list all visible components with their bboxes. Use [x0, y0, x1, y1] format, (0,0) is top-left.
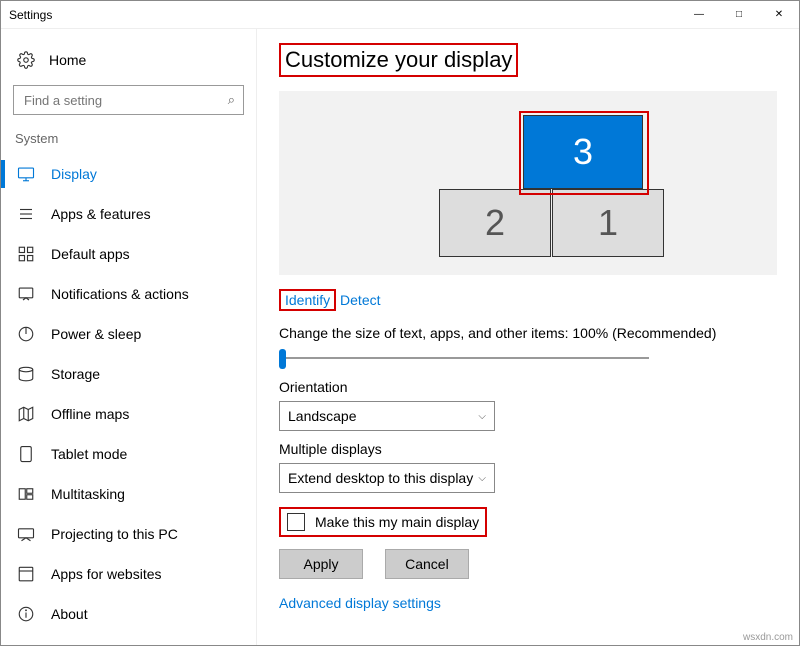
slider-track	[279, 357, 649, 359]
multi-displays-value: Extend desktop to this display	[288, 470, 473, 486]
sidebar-item-offline-maps[interactable]: Offline maps	[1, 394, 256, 434]
main-display-highlight: Make this my main display	[279, 507, 487, 537]
multitasking-icon	[17, 485, 35, 503]
sidebar-item-label: Default apps	[51, 246, 130, 262]
power-icon	[17, 325, 35, 343]
multi-displays-dropdown[interactable]: Extend desktop to this display ⌵	[279, 463, 495, 493]
scale-label: Change the size of text, apps, and other…	[279, 325, 777, 341]
page-title: Customize your display	[279, 43, 777, 77]
titlebar: Settings — □ ✕	[1, 1, 799, 29]
map-icon	[17, 405, 35, 423]
orientation-dropdown[interactable]: Landscape ⌵	[279, 401, 495, 431]
orientation-label: Orientation	[279, 379, 777, 395]
cancel-button[interactable]: Cancel	[385, 549, 469, 579]
detect-link[interactable]: Detect	[340, 292, 380, 308]
watermark: wsxdn.com	[743, 632, 793, 643]
main-display-checkbox[interactable]	[287, 513, 305, 531]
search-icon: ⌕	[228, 92, 235, 108]
display-icon	[17, 165, 35, 183]
sidebar-item-label: Apps & features	[51, 206, 151, 222]
sidebar-item-storage[interactable]: Storage	[1, 354, 256, 394]
settings-window: Settings — □ ✕ Home ⌕ System	[0, 0, 800, 646]
sidebar-item-multitasking[interactable]: Multitasking	[1, 474, 256, 514]
sidebar-item-default-apps[interactable]: Default apps	[1, 234, 256, 274]
advanced-display-link[interactable]: Advanced display settings	[279, 595, 441, 611]
orientation-value: Landscape	[288, 408, 357, 424]
home-label: Home	[49, 52, 86, 68]
slider-thumb[interactable]	[279, 349, 286, 369]
home-button[interactable]: Home	[1, 43, 256, 85]
sidebar-item-notifications[interactable]: Notifications & actions	[1, 274, 256, 314]
sidebar-item-apps-websites[interactable]: Apps for websites	[1, 554, 256, 594]
sidebar-item-label: Power & sleep	[51, 326, 141, 342]
multi-displays-label: Multiple displays	[279, 441, 777, 457]
maximize-button[interactable]: □	[719, 1, 759, 29]
sidebar-item-label: Projecting to this PC	[51, 526, 178, 542]
display-preview[interactable]: 3 2 1	[279, 91, 777, 275]
gear-icon	[17, 51, 35, 69]
monitor-1[interactable]: 1	[552, 189, 664, 257]
sidebar-item-power-sleep[interactable]: Power & sleep	[1, 314, 256, 354]
sidebar-item-label: Storage	[51, 366, 100, 382]
scale-slider[interactable]	[279, 347, 649, 369]
info-icon	[17, 605, 35, 623]
main-display-label: Make this my main display	[315, 514, 479, 530]
search-input-wrap[interactable]: ⌕	[13, 85, 244, 115]
identify-link[interactable]: Identify	[285, 292, 330, 308]
nav-list: Display Apps & features Default apps Not…	[1, 154, 256, 634]
window-title: Settings	[9, 8, 52, 22]
apply-button[interactable]: Apply	[279, 549, 363, 579]
monitor-2[interactable]: 2	[439, 189, 551, 257]
sidebar-item-label: Apps for websites	[51, 566, 162, 582]
sidebar-item-about[interactable]: About	[1, 594, 256, 634]
sidebar-item-apps-features[interactable]: Apps & features	[1, 194, 256, 234]
chevron-down-icon: ⌵	[478, 473, 486, 484]
close-button[interactable]: ✕	[759, 1, 799, 29]
category-label: System	[1, 131, 256, 154]
sidebar-item-label: Tablet mode	[51, 446, 127, 462]
main-content: Customize your display 3 2 1 Identify De…	[257, 29, 799, 645]
storage-icon	[17, 365, 35, 383]
projecting-icon	[17, 525, 35, 543]
notifications-icon	[17, 285, 35, 303]
chevron-down-icon: ⌵	[478, 411, 486, 422]
sidebar-item-label: Notifications & actions	[51, 286, 189, 302]
sidebar-item-projecting[interactable]: Projecting to this PC	[1, 514, 256, 554]
sidebar: Home ⌕ System Display Apps & features De…	[1, 29, 257, 645]
sidebar-item-display[interactable]: Display	[1, 154, 256, 194]
minimize-button[interactable]: —	[679, 1, 719, 29]
sidebar-item-tablet-mode[interactable]: Tablet mode	[1, 434, 256, 474]
tablet-icon	[17, 445, 35, 463]
page-title-text: Customize your display	[279, 43, 518, 77]
apps-websites-icon	[17, 565, 35, 583]
list-icon	[17, 205, 35, 223]
monitor-3[interactable]: 3	[523, 115, 643, 189]
display-actions: Identify Detect	[279, 285, 777, 315]
default-apps-icon	[17, 245, 35, 263]
sidebar-item-label: Multitasking	[51, 486, 125, 502]
sidebar-item-label: About	[51, 606, 88, 622]
sidebar-item-label: Display	[51, 166, 97, 182]
search-input[interactable]	[22, 92, 228, 109]
sidebar-item-label: Offline maps	[51, 406, 129, 422]
